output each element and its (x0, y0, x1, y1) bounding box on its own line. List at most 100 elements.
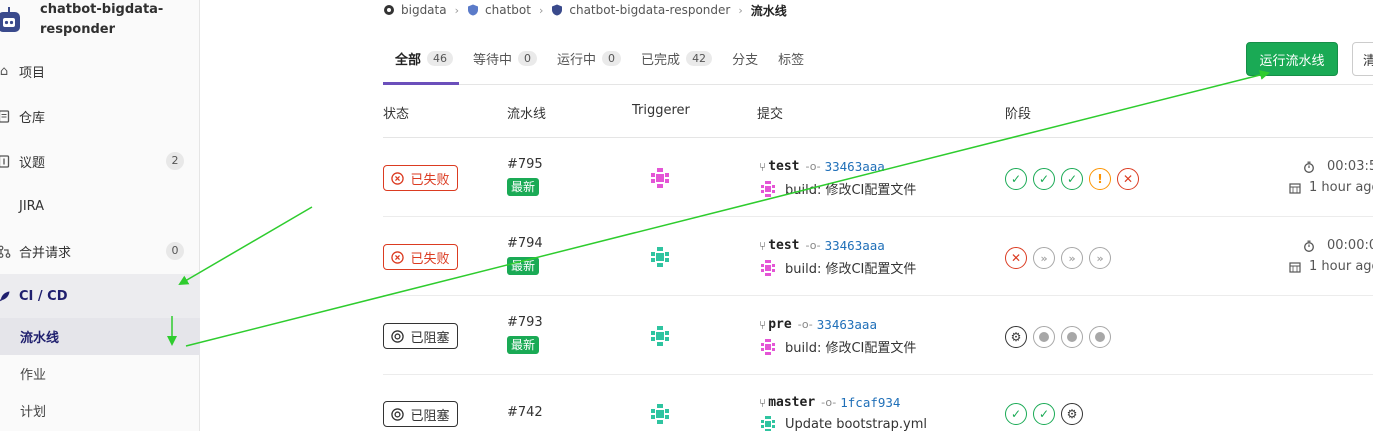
branch-link[interactable]: test (768, 238, 799, 253)
pipeline-id-link[interactable]: #794 (507, 236, 543, 251)
status-badge[interactable]: 已失败 (383, 165, 458, 191)
commit-message-link[interactable]: build: 修改CI配置文件 (785, 337, 916, 356)
stage-success-icon[interactable]: ✓ (1033, 168, 1055, 190)
project-avatar-icon (0, 7, 20, 32)
pipeline-tabs: 全部 46 等待中 0 运行中 0 已完成 42 分支 标签 (383, 38, 824, 85)
branch-link[interactable]: master (768, 395, 815, 410)
tab-tags[interactable]: 标签 (778, 38, 804, 78)
triggerer-avatar[interactable] (648, 245, 672, 269)
pipeline-id-link[interactable]: #742 (507, 405, 543, 420)
tab-finished[interactable]: 已完成 42 (641, 38, 713, 78)
author-avatar[interactable] (759, 338, 777, 356)
breadcrumb-item[interactable]: chatbot (467, 3, 531, 17)
author-avatar[interactable] (759, 259, 777, 277)
status-badge[interactable]: 已阻塞 (383, 323, 458, 349)
branch-icon: ⑂ (759, 395, 767, 410)
tab-pending[interactable]: 等待中 0 (473, 38, 538, 78)
branch-icon: ⑂ (759, 317, 767, 332)
sidebar-item-merge-requests[interactable]: 合并请求 0 (0, 229, 200, 273)
pipeline-id-link[interactable]: #793 (507, 315, 543, 330)
stage-manual-gear-icon[interactable]: ⚙ (1005, 326, 1027, 348)
status-badge[interactable]: 已阻塞 (383, 401, 458, 427)
sidebar: chatbot-bigdata-responder ⌂ 项目 仓库 议题 2 J… (0, 0, 200, 431)
breadcrumb-label: bigdata (401, 3, 447, 17)
stage-success-icon[interactable]: ✓ (1061, 168, 1083, 190)
active-tab-indicator (383, 82, 459, 85)
commit-message-link[interactable]: Update bootstrap.yml (785, 417, 927, 431)
commit-ref: ⑂ test -o- 33463aaa (759, 159, 885, 174)
status-label: 已失败 (410, 251, 450, 267)
finished-at: 1 hour ago (1289, 259, 1373, 274)
commit-icon: -o- (821, 396, 837, 409)
tab-label: 已完成 (641, 52, 681, 68)
triggerer-avatar[interactable] (648, 166, 672, 190)
run-pipeline-button[interactable]: 运行流水线 (1246, 42, 1338, 76)
triggerer-avatar[interactable] (648, 324, 672, 348)
pipeline-id-link[interactable]: #795 (507, 157, 543, 172)
tab-count-badge: 0 (518, 50, 538, 66)
duration: 00:00:06 (1303, 238, 1373, 253)
sidebar-item-ci-cd[interactable]: CI / CD (0, 274, 200, 318)
stage-success-icon[interactable]: ✓ (1033, 403, 1055, 425)
breadcrumb-item[interactable]: bigdata (383, 3, 447, 17)
branch-icon: ⑂ (759, 238, 767, 253)
blocked-icon (391, 407, 405, 421)
commit-message-link[interactable]: build: 修改CI配置文件 (785, 179, 916, 198)
sidebar-subitem-jobs[interactable]: 作业 (0, 355, 200, 392)
project-header[interactable]: chatbot-bigdata-responder (0, 0, 200, 48)
sidebar-subitem-pipelines[interactable]: 流水线 (0, 318, 200, 355)
stage-warning-icon[interactable]: ! (1089, 168, 1111, 190)
author-avatar[interactable] (759, 180, 777, 198)
branch-link[interactable]: pre (768, 317, 791, 332)
sidebar-item-issues[interactable]: 议题 2 (0, 139, 200, 183)
column-header-stages: 阶段 (1005, 107, 1032, 122)
commit-sha-link[interactable]: 33463aaa (817, 317, 877, 332)
stage-failed-icon[interactable]: ✕ (1117, 168, 1139, 190)
breadcrumb: bigdata › chatbot › chatbot-bigdata-resp… (383, 0, 787, 20)
tab-label: 全部 (395, 52, 422, 68)
stage-skipped-icon[interactable]: » (1033, 247, 1055, 269)
failed-icon (391, 171, 405, 185)
sidebar-subitem-label: 作业 (20, 368, 47, 383)
clear-cache-button[interactable]: 清 (1352, 42, 1373, 76)
branch-link[interactable]: test (768, 159, 799, 174)
failed-icon (391, 250, 405, 264)
stage-success-icon[interactable]: ✓ (1005, 168, 1027, 190)
sidebar-item-repository[interactable]: 仓库 (0, 94, 200, 138)
stage-created-icon[interactable] (1089, 326, 1111, 348)
project-name[interactable]: chatbot-bigdata-responder (40, 0, 190, 40)
group-avatar-icon (384, 5, 394, 15)
issues-icon (0, 153, 12, 169)
sidebar-item-project[interactable]: ⌂ 项目 (0, 49, 200, 93)
commit-sha-link[interactable]: 33463aaa (825, 159, 885, 174)
stage-created-icon[interactable] (1033, 326, 1055, 348)
sidebar-item-label: CI / CD (19, 288, 68, 304)
sidebar-subitem-schedules[interactable]: 计划 (0, 392, 200, 429)
breadcrumb-item[interactable]: chatbot-bigdata-responder (551, 3, 730, 17)
author-avatar[interactable] (759, 415, 777, 431)
shield-icon (468, 4, 479, 16)
finished-at-value: 1 hour ago (1309, 180, 1373, 195)
sidebar-subitem-label: 流水线 (20, 331, 60, 346)
sidebar-item-label: 仓库 (19, 110, 46, 126)
status-label: 已阻塞 (410, 408, 450, 424)
rocket-icon (0, 288, 12, 304)
triggerer-avatar[interactable] (648, 402, 672, 426)
stage-created-icon[interactable] (1061, 326, 1083, 348)
merge-requests-count-badge: 0 (166, 242, 184, 260)
tab-running[interactable]: 运行中 0 (557, 38, 622, 78)
stage-skipped-icon[interactable]: » (1089, 247, 1111, 269)
commit-sha-link[interactable]: 33463aaa (825, 238, 885, 253)
commit-sha-link[interactable]: 1fcaf934 (840, 395, 900, 410)
stage-manual-gear-icon[interactable]: ⚙ (1061, 403, 1083, 425)
tab-branches[interactable]: 分支 (732, 38, 758, 78)
timer-icon (1304, 161, 1314, 173)
sidebar-item-jira[interactable]: JIRA (0, 184, 200, 228)
status-badge[interactable]: 已失败 (383, 244, 458, 270)
tab-all[interactable]: 全部 46 (395, 38, 454, 78)
commit-message-link[interactable]: build: 修改CI配置文件 (785, 258, 916, 277)
stage-skipped-icon[interactable]: » (1061, 247, 1083, 269)
stage-failed-icon[interactable]: ✕ (1005, 247, 1027, 269)
latest-badge: 最新 (507, 257, 540, 275)
stage-success-icon[interactable]: ✓ (1005, 403, 1027, 425)
